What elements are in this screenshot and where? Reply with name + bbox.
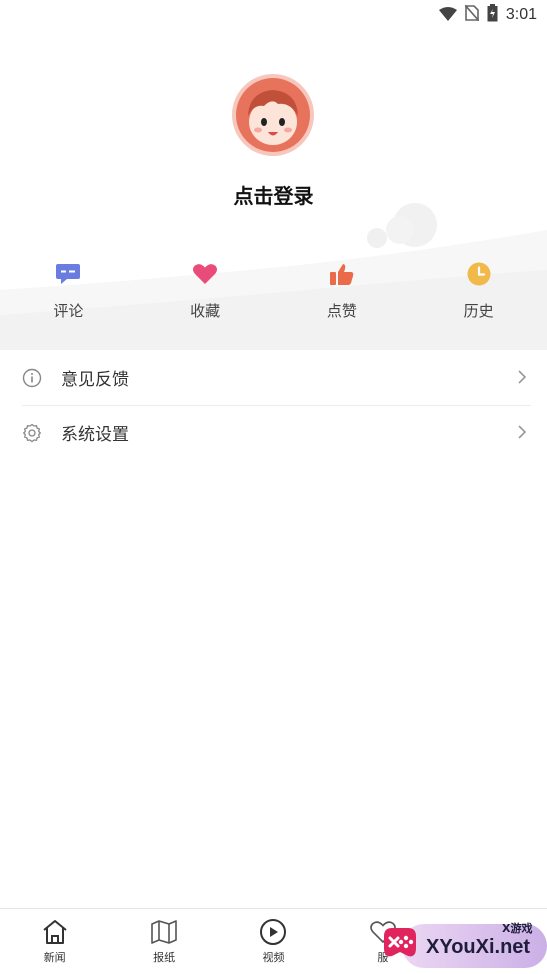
menu-item-feedback[interactable]: 意见反馈 [0,350,547,405]
quick-action-label: 历史 [463,302,494,320]
wifi-icon [438,6,457,25]
chevron-right-icon [513,423,531,441]
play-icon [258,917,288,947]
menu-item-settings[interactable]: 系统设置 [0,405,547,460]
nav-item-news[interactable]: 新闻 [0,909,109,974]
chevron-right-icon [513,368,531,386]
gamepad-logo-icon [384,928,416,957]
info-icon [22,368,42,388]
thumbs-up-icon [328,260,356,288]
login-prompt[interactable]: 点击登录 [0,180,547,209]
quick-action-history[interactable]: 历史 [410,260,547,330]
menu-item-label: 系统设置 [61,425,129,445]
nav-item-video[interactable]: 视频 [219,909,328,974]
menu-item-label: 意见反馈 [61,370,129,390]
quick-action-comments[interactable]: 评论 [0,260,137,330]
settings-menu: 意见反馈 系统设置 [0,350,547,460]
quick-action-label: 收藏 [190,302,221,320]
map-icon [149,917,179,947]
status-time: 3:01 [505,6,537,23]
avatar[interactable] [232,74,314,156]
heart-icon [191,260,219,288]
quick-action-favorites[interactable]: 收藏 [137,260,274,330]
home-icon [40,917,70,947]
watermark-small-text: X游戏 [502,922,533,935]
profile-header: 点击登录 评论 收藏 点赞 历史 [0,30,547,342]
comment-icon [54,260,82,288]
nav-label: 新闻 [43,951,66,964]
battery-icon [487,4,498,26]
status-icons: 3:01 [438,4,537,26]
gear-icon [22,423,42,443]
avatar-cartoon-boy [236,78,310,152]
watermark-text: XYouXi.net [426,936,531,958]
nav-label: 报纸 [153,951,176,964]
quick-action-likes[interactable]: 点赞 [274,260,411,330]
quick-action-label: 点赞 [326,302,357,320]
nav-item-newspaper[interactable]: 报纸 [109,909,218,974]
clock-icon [465,260,493,288]
quick-actions: 评论 收藏 点赞 历史 [0,260,547,330]
quick-action-label: 评论 [53,302,84,320]
watermark: X游戏 XYouXi.net [372,914,547,974]
nav-label: 视频 [262,951,285,964]
section-divider [0,342,547,350]
status-bar: 3:01 [0,0,547,30]
no-sim-icon [464,4,480,25]
